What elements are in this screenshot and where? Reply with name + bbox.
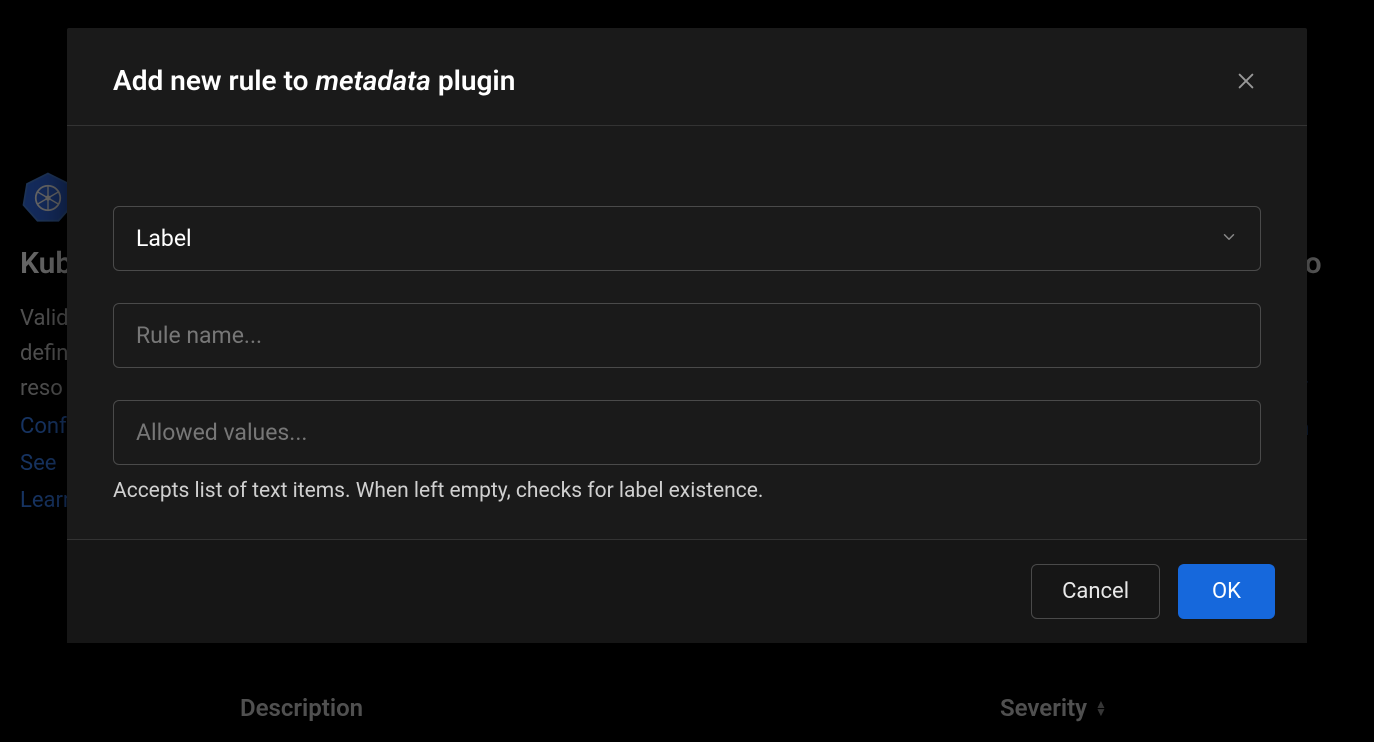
- select-value: Label: [136, 225, 192, 252]
- modal-body: Label Accepts list of text items. When l…: [67, 126, 1307, 539]
- rule-name-input[interactable]: [113, 303, 1261, 368]
- chevron-down-icon: [1220, 225, 1238, 252]
- close-icon: [1235, 70, 1257, 92]
- ok-button[interactable]: OK: [1178, 564, 1275, 619]
- modal-footer: Cancel OK: [67, 539, 1307, 643]
- allowed-values-input[interactable]: [113, 400, 1261, 465]
- add-rule-modal: Add new rule to metadata plugin Label: [67, 28, 1307, 643]
- modal-title-suffix: plugin: [431, 64, 515, 97]
- rule-type-select[interactable]: Label: [113, 206, 1261, 271]
- modal-title-prefix: Add new rule to: [113, 64, 315, 97]
- cancel-button[interactable]: Cancel: [1031, 564, 1160, 619]
- modal-title: Add new rule to metadata plugin: [113, 64, 515, 97]
- allowed-values-helper-text: Accepts list of text items. When left em…: [113, 479, 1261, 503]
- modal-header: Add new rule to metadata plugin: [67, 28, 1307, 126]
- modal-overlay: Add new rule to metadata plugin Label: [0, 0, 1374, 742]
- modal-title-plugin-name: metadata: [315, 64, 431, 97]
- close-button[interactable]: [1231, 66, 1261, 96]
